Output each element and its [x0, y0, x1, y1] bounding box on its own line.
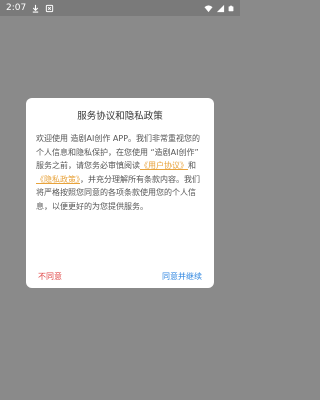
- disagree-button[interactable]: 不同意: [38, 271, 62, 282]
- download-icon: [33, 4, 39, 13]
- privacy-policy-link[interactable]: 《隐私政策》: [36, 175, 80, 184]
- dialog-body: 欢迎使用 造剧AI创作 APP。我们非常重视您的个人信息和隐私保护，在您使用 “…: [36, 132, 204, 213]
- status-bar: 2:07: [0, 0, 240, 16]
- privacy-dialog: 服务协议和隐私政策 欢迎使用 造剧AI创作 APP。我们非常重视您的个人信息和隐…: [26, 98, 214, 288]
- signal-icon: [216, 4, 225, 12]
- battery-icon: [228, 5, 234, 11]
- status-time: 2:07: [6, 3, 27, 13]
- agree-continue-button[interactable]: 同意并继续: [162, 271, 202, 282]
- wifi-icon: [204, 4, 213, 12]
- dialog-actions: 不同意 同意并继续: [26, 264, 214, 288]
- status-right: [204, 4, 234, 13]
- user-agreement-link[interactable]: 《用户协议》: [140, 161, 188, 170]
- notification-icon: [46, 4, 54, 12]
- dialog-title: 服务协议和隐私政策: [77, 111, 163, 122]
- dialog-body-and: 和: [188, 161, 196, 170]
- status-left: 2:07: [6, 3, 54, 13]
